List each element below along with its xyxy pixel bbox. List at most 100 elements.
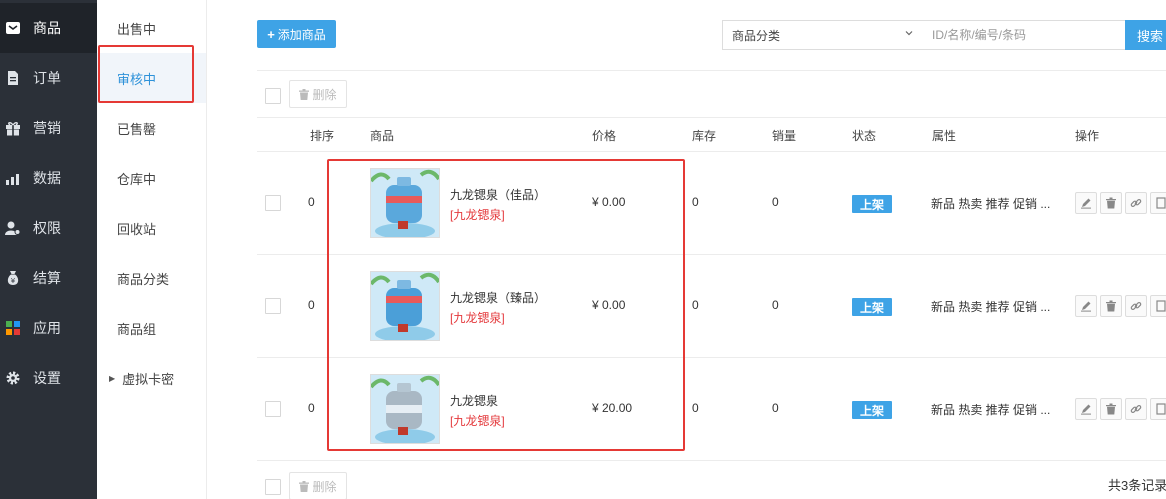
subnav-item-label: 虚拟卡密 — [122, 371, 175, 387]
trash-icon — [299, 88, 310, 100]
row-sales: 0 — [772, 401, 779, 415]
status-badge[interactable]: 上架 — [852, 195, 892, 213]
bulk-delete-button[interactable]: 删除 — [289, 80, 347, 108]
more-button[interactable] — [1150, 398, 1166, 420]
subnav-item-warehouse[interactable]: 仓库中 — [97, 153, 206, 203]
sidebar-item-product[interactable]: 商品 — [0, 3, 97, 53]
row-checkbox[interactable] — [265, 195, 281, 211]
category-select-value: 商品分类 — [732, 28, 781, 43]
row-attributes[interactable]: 新品 热卖 推荐 促销 ... — [931, 298, 1050, 315]
delete-button[interactable] — [1100, 192, 1122, 214]
sidebar-item-data[interactable]: 数据 — [0, 153, 97, 203]
row-price[interactable]: ¥ 0.00 — [592, 298, 625, 312]
more-button[interactable] — [1150, 192, 1166, 214]
subnav-item-sold-out[interactable]: 已售罄 — [97, 103, 206, 153]
bulk-delete-label: 删除 — [312, 479, 337, 494]
sidebar-item-settings[interactable]: 设置 — [0, 353, 97, 403]
product-brand: [九龙锶泉] — [450, 311, 505, 325]
more-icon — [1156, 403, 1166, 415]
row-checkbox[interactable] — [265, 298, 281, 314]
edit-button[interactable] — [1075, 192, 1097, 214]
sidebar-item-permission[interactable]: 权限 — [0, 203, 97, 253]
delete-button[interactable] — [1100, 398, 1122, 420]
row-sales: 0 — [772, 195, 779, 209]
divider — [257, 151, 1166, 152]
sidebar-item-apps[interactable]: 应用 — [0, 303, 97, 353]
user-permission-icon — [5, 220, 21, 236]
divider — [257, 254, 1166, 255]
subnav-item-product-group[interactable]: 商品组 — [97, 303, 206, 353]
sidebar-item-label: 订单 — [33, 70, 61, 86]
row-price[interactable]: ¥ 0.00 — [592, 195, 625, 209]
search-button-label: 搜索 — [1137, 28, 1164, 44]
subnav-item-label: 已售罄 — [117, 121, 157, 137]
divider — [257, 357, 1166, 358]
product-name[interactable]: 九龙锶泉（臻品） — [450, 289, 546, 306]
copy-link-button[interactable] — [1125, 192, 1147, 214]
bulk-delete-button-bottom[interactable]: 删除 — [289, 472, 347, 499]
sidebar-item-label: 设置 — [33, 370, 61, 386]
column-header-sales[interactable]: 销量 — [772, 127, 796, 144]
apps-icon — [5, 320, 21, 336]
select-all-checkbox-bottom[interactable] — [265, 479, 281, 495]
subnav-item-category[interactable]: 商品分类 — [97, 253, 206, 303]
product-thumbnail[interactable] — [370, 271, 440, 341]
edit-button[interactable] — [1075, 295, 1097, 317]
divider — [257, 70, 1166, 71]
category-select[interactable]: 商品分类 — [722, 20, 923, 50]
sidebar-item-marketing[interactable]: 营销 — [0, 103, 97, 153]
status-badge-label: 上架 — [859, 403, 884, 418]
sidebar-item-label: 应用 — [33, 320, 61, 336]
sidebar-item-order[interactable]: 订单 — [0, 53, 97, 103]
status-badge[interactable]: 上架 — [852, 401, 892, 419]
row-sort[interactable]: 0 — [308, 195, 315, 209]
select-all-checkbox[interactable] — [265, 88, 281, 104]
status-badge[interactable]: 上架 — [852, 298, 892, 316]
subnav-item-on-sale[interactable]: 出售中 — [97, 3, 206, 53]
copy-link-button[interactable] — [1125, 295, 1147, 317]
row-price[interactable]: ¥ 20.00 — [592, 401, 632, 415]
add-product-button[interactable]: + 添加商品 — [257, 20, 336, 48]
trash-icon — [1106, 197, 1116, 209]
row-sales: 0 — [772, 298, 779, 312]
row-sort[interactable]: 0 — [308, 401, 315, 415]
row-checkbox[interactable] — [265, 401, 281, 417]
chart-icon — [5, 170, 21, 186]
more-button[interactable] — [1150, 295, 1166, 317]
subnav-item-virtual-card[interactable]: ▶ 虚拟卡密 — [97, 353, 206, 403]
caret-right-icon: ▶ — [109, 373, 116, 383]
product-name[interactable]: 九龙锶泉 — [450, 392, 498, 409]
subnav-item-label: 出售中 — [117, 21, 157, 37]
product-brand: [九龙锶泉] — [450, 208, 505, 222]
svg-text:¥: ¥ — [11, 277, 16, 285]
row-sort[interactable]: 0 — [308, 298, 315, 312]
subnav-item-label: 商品组 — [117, 321, 157, 337]
money-bag-icon: ¥ — [5, 270, 21, 286]
main-sidebar: 商品 订单 营销 数据 权限 ¥ 结算 应用 设置 — [0, 0, 97, 499]
row-attributes[interactable]: 新品 热卖 推荐 促销 ... — [931, 195, 1050, 212]
product-thumbnail[interactable] — [370, 168, 440, 238]
subnav-item-under-review[interactable]: 审核中 — [97, 53, 206, 103]
subnav-item-recycle-bin[interactable]: 回收站 — [97, 203, 206, 253]
subnav-item-label: 仓库中 — [117, 171, 157, 187]
search-button[interactable]: 搜索 — [1125, 20, 1166, 50]
column-header-attributes: 属性 — [932, 129, 957, 143]
divider — [257, 460, 1166, 461]
product-thumbnail[interactable] — [370, 374, 440, 444]
sidebar-item-label: 商品 — [33, 20, 61, 36]
search-input[interactable] — [922, 20, 1126, 50]
edit-button[interactable] — [1075, 398, 1097, 420]
pencil-icon — [1081, 198, 1091, 209]
product-name[interactable]: 九龙锶泉（佳品） — [450, 186, 546, 203]
column-header-stock[interactable]: 库存 — [692, 127, 716, 144]
more-icon — [1156, 197, 1166, 209]
subnav-item-label: 回收站 — [117, 221, 157, 237]
row-stock: 0 — [692, 298, 699, 312]
sidebar-item-settlement[interactable]: ¥ 结算 — [0, 253, 97, 303]
row-attributes[interactable]: 新品 热卖 推荐 促销 ... — [931, 401, 1050, 418]
column-header-sort[interactable]: 排序 — [310, 127, 334, 144]
row-stock: 0 — [692, 195, 699, 209]
copy-link-button[interactable] — [1125, 398, 1147, 420]
column-header-price[interactable]: 价格 — [592, 127, 616, 144]
delete-button[interactable] — [1100, 295, 1122, 317]
